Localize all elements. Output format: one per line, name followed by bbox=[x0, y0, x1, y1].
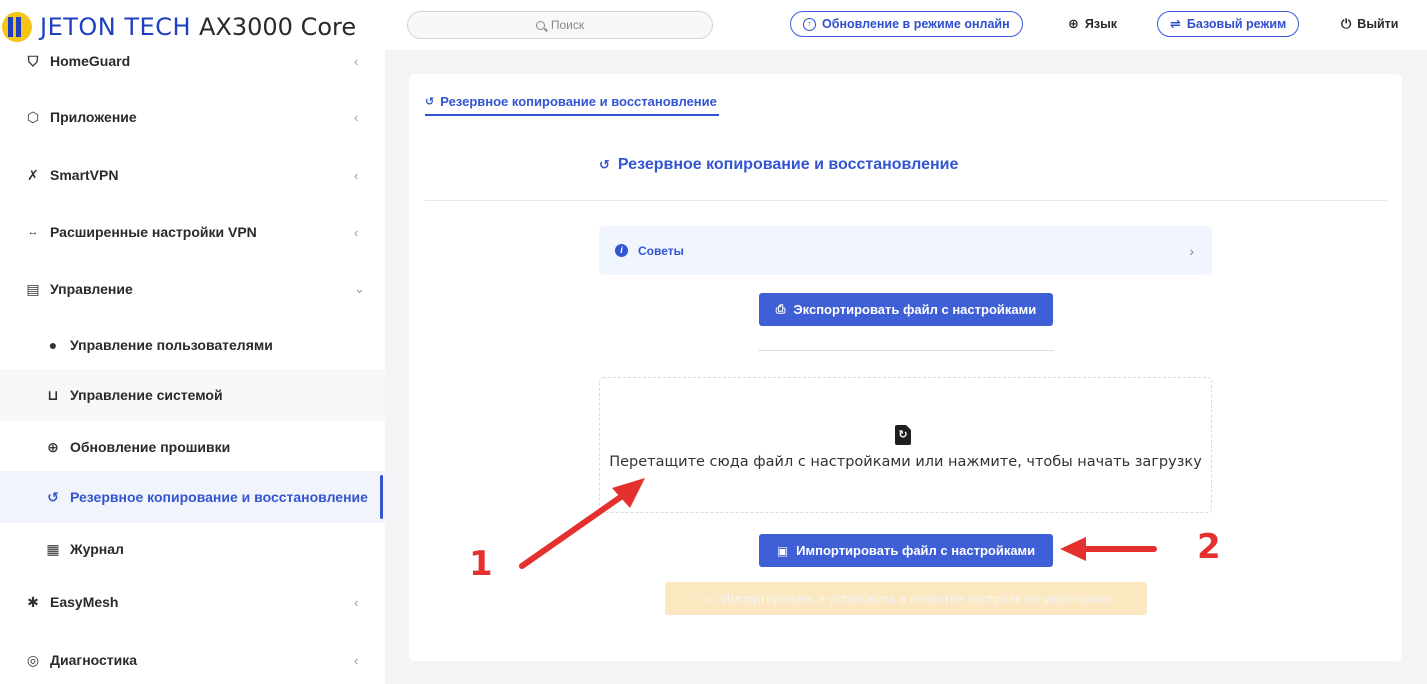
upgrade-icon: ↑ bbox=[803, 17, 816, 31]
sidebar-item-system-management[interactable]: ⊔ Управление системой bbox=[0, 369, 385, 421]
upgrade-icon: ⊕ bbox=[47, 438, 59, 455]
sidebar-item-label: Журнал bbox=[70, 541, 124, 557]
cube-icon: ⬡ bbox=[26, 108, 40, 125]
logout-button[interactable]: ⏻ Выйти bbox=[1341, 11, 1399, 37]
page-title: ↺ Резервное копирование и восстановление bbox=[599, 156, 958, 174]
sidebar-item-label: Управление пользователями bbox=[70, 337, 273, 353]
chevron-right-icon: › bbox=[1189, 242, 1194, 259]
sidebar-item-label: Приложение bbox=[50, 109, 137, 125]
sidebar-item-user-management[interactable]: ● Управление пользователями bbox=[0, 319, 385, 371]
sidebar-item-homeguard[interactable]: ⛉ HomeGuard ‹ bbox=[0, 50, 385, 72]
sidebar-item-label: EasyMesh bbox=[50, 594, 119, 610]
swap-icon: ⇌ bbox=[1170, 16, 1181, 31]
chevron-left-icon: ‹ bbox=[354, 594, 359, 610]
short-divider bbox=[758, 350, 1054, 351]
top-header: JETON TECH AX3000 Core Поиск ↑ Обновлени… bbox=[0, 0, 1427, 50]
save-icon: ▭ bbox=[701, 591, 713, 606]
globe-icon: ⊕ bbox=[1068, 16, 1079, 31]
basic-mode-label: Базовый режим bbox=[1186, 17, 1287, 31]
content-card: ↺ Резервное копирование и восстановление… bbox=[409, 74, 1402, 661]
diagnostics-icon: ◎ bbox=[26, 651, 40, 668]
sidebar-item-label: Обновление прошивки bbox=[70, 439, 231, 455]
restore-icon: ↺ bbox=[425, 95, 435, 108]
tips-panel[interactable]: i Советы › bbox=[599, 226, 1212, 275]
sidebar-item-smartvpn[interactable]: ✗ SmartVPN ‹ bbox=[0, 155, 385, 195]
log-icon: ▦ bbox=[46, 540, 60, 557]
file-restore-icon: ↻ bbox=[895, 425, 911, 445]
sidebar-item-apps[interactable]: ⬡ Приложение ‹ bbox=[0, 97, 385, 137]
online-update-label: Обновление в режиме онлайн bbox=[822, 17, 1010, 31]
sidebar-item-diagnostics[interactable]: ◎ Диагностика ‹ bbox=[0, 640, 385, 680]
import-as-default-label: Импортировать и установить в качестве на… bbox=[720, 591, 1111, 606]
logo-model: AX3000 Core bbox=[199, 13, 357, 41]
shield-icon: ⛉ bbox=[27, 52, 39, 69]
sidebar-item-label: Управление системой bbox=[70, 387, 223, 403]
sidebar-item-easymesh[interactable]: ✱ EasyMesh ‹ bbox=[0, 582, 385, 622]
sidebar-item-label: Расширенные настройки VPN bbox=[50, 224, 257, 240]
chevron-left-icon: ‹ bbox=[354, 109, 359, 125]
tab-label: Резервное копирование и восстановление bbox=[440, 93, 717, 109]
chevron-down-icon: ⌄ bbox=[354, 281, 365, 296]
active-indicator bbox=[380, 475, 383, 519]
import-settings-label: Импортировать файл с настройками bbox=[796, 543, 1036, 558]
arrows-icon: ↔ bbox=[27, 226, 39, 238]
import-as-default-button[interactable]: ▭ Импортировать и установить в качестве … bbox=[665, 582, 1147, 615]
sidebar-item-advanced-vpn[interactable]: ↔ Расширенные настройки VPN ‹ bbox=[0, 212, 385, 252]
mesh-icon: ✱ bbox=[27, 593, 39, 610]
section-divider bbox=[425, 200, 1387, 201]
sidebar: ⛉ HomeGuard ‹ ⬡ Приложение ‹ ✗ SmartVPN … bbox=[0, 50, 385, 684]
logo-brand: JETON TECH bbox=[40, 13, 192, 41]
power-icon: ⏻ bbox=[1341, 16, 1352, 31]
sidebar-item-label: Управление bbox=[50, 281, 133, 297]
sidebar-item-label: Резервное копирование и восстановление bbox=[70, 489, 368, 505]
language-button[interactable]: ⊕ Язык bbox=[1068, 11, 1117, 37]
sidebar-item-label: Диагностика bbox=[50, 652, 138, 668]
annotation-label-1: 1 bbox=[469, 544, 493, 584]
export-settings-button[interactable]: ⎙ Экспортировать файл с настройками bbox=[759, 293, 1053, 326]
search-icon bbox=[535, 20, 545, 30]
plug-icon: ✗ bbox=[27, 166, 39, 183]
restore-icon: ↺ bbox=[599, 157, 610, 172]
sidebar-item-management[interactable]: ▤ Управление ⌄ bbox=[0, 269, 385, 309]
user-icon: ● bbox=[48, 337, 58, 353]
sidebar-item-log[interactable]: ▦ Журнал bbox=[0, 523, 385, 575]
online-update-button[interactable]: ↑ Обновление в режиме онлайн bbox=[790, 11, 1023, 37]
chevron-left-icon: ‹ bbox=[354, 53, 359, 69]
export-icon: ⎙ bbox=[775, 302, 786, 316]
basic-mode-button[interactable]: ⇌ Базовый режим bbox=[1157, 11, 1300, 37]
chevron-left-icon: ‹ bbox=[354, 224, 359, 240]
dropzone-text: Перетащите сюда файл с настройками или н… bbox=[609, 454, 1202, 470]
chevron-left-icon: ‹ bbox=[354, 167, 359, 183]
tab-backup-restore[interactable]: ↺ Резервное копирование и восстановление bbox=[425, 88, 719, 116]
logo-icon bbox=[2, 12, 32, 42]
file-icon: ▣ bbox=[776, 543, 789, 558]
sidebar-item-firmware-update[interactable]: ⊕ Обновление прошивки bbox=[0, 421, 385, 473]
sidebar-item-backup-restore[interactable]: ↺ Резервное копирование и восстановление bbox=[0, 471, 385, 523]
logout-label: Выйти bbox=[1357, 17, 1399, 31]
upload-dropzone[interactable]: ↻ Перетащите сюда файл с настройками или… bbox=[599, 377, 1212, 513]
tips-label: Советы bbox=[638, 243, 684, 258]
page-title-text: Резервное копирование и восстановление bbox=[617, 156, 959, 173]
import-settings-button[interactable]: ▣ Импортировать файл с настройками bbox=[759, 534, 1053, 567]
toolbox-icon: ▤ bbox=[26, 280, 40, 297]
language-label: Язык bbox=[1084, 17, 1118, 31]
sidebar-item-label: HomeGuard bbox=[50, 53, 131, 69]
chevron-left-icon: ‹ bbox=[354, 652, 359, 668]
router-icon: ⊔ bbox=[47, 386, 59, 403]
info-icon: i bbox=[615, 244, 628, 257]
sidebar-item-label: SmartVPN bbox=[50, 167, 119, 183]
search-placeholder: Поиск bbox=[550, 18, 585, 32]
search-input[interactable]: Поиск bbox=[407, 11, 713, 39]
logo: JETON TECH AX3000 Core bbox=[2, 10, 356, 44]
export-settings-label: Экспортировать файл с настройками bbox=[793, 302, 1037, 317]
annotation-label-2: 2 bbox=[1197, 527, 1221, 567]
restore-icon: ↺ bbox=[47, 488, 59, 505]
